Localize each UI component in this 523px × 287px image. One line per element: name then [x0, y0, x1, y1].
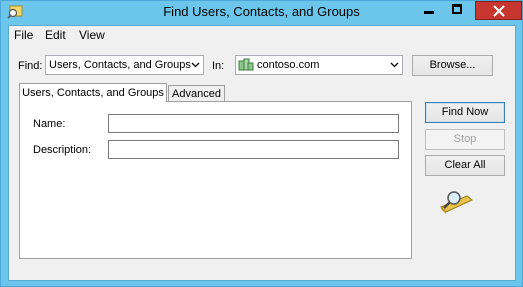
in-dropdown-value: contoso.com: [257, 59, 320, 71]
menu-file[interactable]: File: [14, 28, 33, 42]
description-label: Description:: [33, 144, 92, 156]
close-button[interactable]: [475, 1, 522, 20]
dialog-client: File Edit View Find: Users, Contacts, an…: [8, 25, 516, 281]
minimize-icon: [424, 11, 434, 14]
clear-all-button[interactable]: Clear All: [425, 155, 505, 176]
name-label: Name:: [33, 118, 66, 130]
browse-button[interactable]: Browse...: [412, 55, 493, 76]
stop-button[interactable]: Stop: [425, 129, 505, 150]
chevron-down-icon: [390, 62, 399, 68]
domain-icon: [238, 58, 254, 75]
minimize-button[interactable]: [415, 1, 443, 20]
tab-advanced[interactable]: Advanced: [168, 85, 225, 101]
in-label: In:: [212, 60, 225, 72]
in-dropdown[interactable]: contoso.com: [235, 55, 403, 75]
close-icon: [493, 5, 505, 17]
menu-edit[interactable]: Edit: [45, 28, 66, 42]
find-window: Find Users, Contacts, and Groups File Ed…: [0, 0, 523, 287]
tab-users-contacts-groups[interactable]: Users, Contacts, and Groups: [19, 83, 167, 102]
name-input[interactable]: [108, 114, 399, 133]
magnifier-icon: [438, 190, 474, 220]
maximize-icon: [452, 4, 462, 14]
find-dropdown[interactable]: Users, Contacts, and Groups: [45, 55, 204, 75]
menu-view[interactable]: View: [79, 28, 105, 42]
find-dropdown-value: Users, Contacts, and Groups: [49, 59, 191, 71]
menu-bar: File Edit View: [9, 26, 515, 44]
tab-panel: Name: Description:: [19, 101, 412, 259]
title-bar[interactable]: Find Users, Contacts, and Groups: [1, 1, 522, 23]
find-label: Find:: [18, 60, 43, 72]
maximize-button[interactable]: [443, 1, 471, 20]
find-now-button[interactable]: Find Now: [425, 102, 505, 123]
description-input[interactable]: [108, 140, 399, 159]
chevron-down-icon: [191, 62, 200, 68]
